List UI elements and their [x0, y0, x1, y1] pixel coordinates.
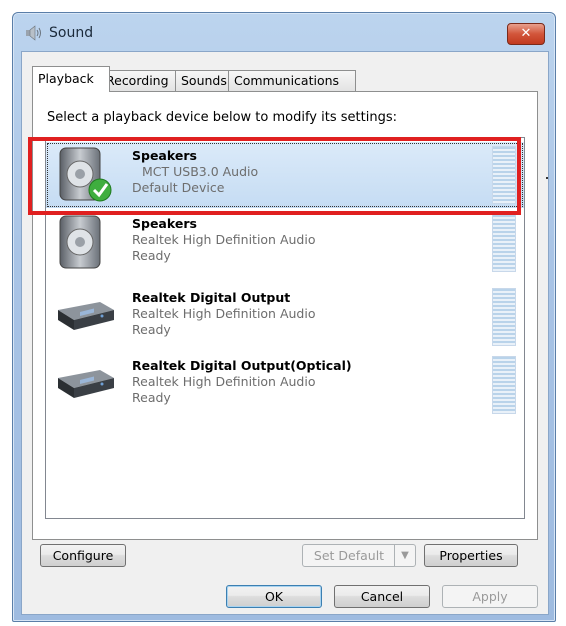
device-status: Ready — [132, 390, 171, 405]
set-default-label: Set Default — [313, 548, 385, 563]
digital-output-icon — [58, 302, 114, 330]
device-description: Realtek High Definition Audio — [132, 306, 316, 321]
ok-button[interactable]: OK — [226, 585, 322, 608]
speaker-icon — [59, 215, 101, 269]
close-icon: ✕ — [520, 26, 532, 41]
sound-dialog: Sound ✕ Playback Recording Sounds Commun… — [12, 12, 556, 622]
device-item-speakers-mct[interactable]: Speakers MCT USB3.0 Audio Default Device — [46, 142, 524, 208]
tab-playback[interactable]: Playback — [32, 66, 110, 92]
device-status: Default Device — [132, 180, 225, 195]
device-list[interactable]: Speakers MCT USB3.0 Audio Default Device — [45, 137, 525, 519]
volume-meter — [492, 146, 516, 204]
device-description: Realtek High Definition Audio — [132, 374, 316, 389]
tab-communications[interactable]: Communications — [228, 70, 356, 91]
volume-meter — [492, 214, 516, 272]
chevron-down-icon[interactable]: ▼ — [394, 545, 415, 566]
device-description: MCT USB3.0 Audio — [142, 164, 259, 179]
volume-meter — [492, 356, 516, 414]
dialog-client-area: Playback Recording Sounds Communications… — [21, 51, 549, 615]
playback-panel: Select a playback device below to modify… — [32, 91, 538, 540]
device-status: Ready — [132, 248, 171, 263]
device-description: Realtek High Definition Audio — [132, 232, 316, 247]
set-default-button[interactable]: Set Default ▼ — [302, 544, 416, 567]
sound-app-icon — [26, 25, 41, 41]
device-name: Speakers — [132, 148, 197, 163]
properties-button[interactable]: Properties — [424, 544, 518, 567]
speaker-icon — [59, 147, 112, 202]
cancel-button[interactable]: Cancel — [334, 585, 430, 608]
stray-dot — [546, 177, 548, 179]
device-name: Speakers — [132, 216, 197, 231]
close-button[interactable]: ✕ — [507, 23, 545, 45]
title-bar[interactable]: Sound ✕ — [13, 13, 555, 49]
configure-button[interactable]: Configure — [40, 544, 126, 567]
tab-recording[interactable]: Recording — [100, 70, 186, 91]
digital-output-icon — [58, 370, 114, 398]
window-title: Sound — [49, 25, 94, 41]
apply-button[interactable]: Apply — [442, 585, 538, 608]
device-item-speakers-realtek[interactable]: Speakers Realtek High Definition Audio R… — [46, 210, 524, 276]
device-status: Ready — [132, 322, 171, 337]
device-name: Realtek Digital Output — [132, 290, 291, 305]
device-name: Realtek Digital Output(Optical) — [132, 358, 352, 373]
device-item-digital-output-optical[interactable]: Realtek Digital Output(Optical) Realtek … — [46, 352, 524, 418]
volume-meter — [492, 288, 516, 346]
instruction-text: Select a playback device below to modify… — [47, 110, 397, 125]
device-item-digital-output[interactable]: Realtek Digital Output Realtek High Defi… — [46, 284, 524, 350]
